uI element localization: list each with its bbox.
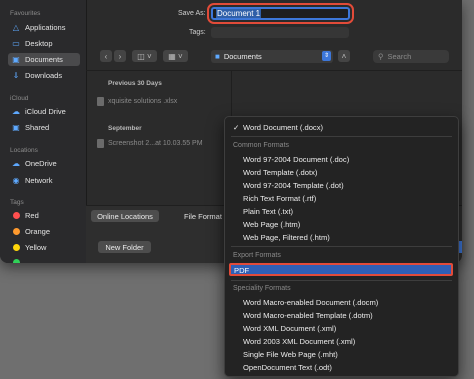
checkmark-icon: ✓ xyxy=(233,123,240,132)
tags-label: Tags: xyxy=(189,29,206,36)
file-item[interactable]: xquisite solutions .xlsx xyxy=(97,97,177,106)
menu-item-dotx[interactable]: Word Template (.dotx) xyxy=(243,168,317,177)
group-button[interactable]: ▦ ˅ xyxy=(163,50,188,62)
menu-item-pdf[interactable]: PDF xyxy=(229,263,453,276)
menu-heading-specialty: Speciality Formats xyxy=(233,285,291,292)
chevron-left-icon: ‹ xyxy=(104,51,108,61)
menu-item-txt[interactable]: Plain Text (.txt) xyxy=(243,207,293,216)
sidebar-heading-locations: Locations xyxy=(10,147,38,154)
forward-button[interactable]: › xyxy=(114,50,126,62)
group-heading: Previous 30 Days xyxy=(108,80,162,87)
group-heading: September xyxy=(108,125,142,132)
menu-heading-common: Common Formats xyxy=(233,142,290,149)
desktop-icon: ▭ xyxy=(12,39,20,48)
sidebar-item-desktop[interactable]: ▭ Desktop xyxy=(8,37,80,50)
menu-item-doc[interactable]: Word 97-2004 Document (.doc) xyxy=(243,155,349,164)
grid-icon: ▦ ˅ xyxy=(168,51,183,61)
sidebar-item-documents[interactable]: ▣ Documents xyxy=(8,53,80,66)
menu-item-htm[interactable]: Web Page (.htm) xyxy=(243,220,300,229)
sidebar-item-tag-red[interactable]: Red xyxy=(8,209,80,222)
tag-color-dot xyxy=(11,227,21,237)
sidebar-item-icloud-drive[interactable]: ☁ iCloud Drive xyxy=(8,105,80,118)
tag-color-dot xyxy=(11,243,21,253)
spreadsheet-file-icon xyxy=(97,97,104,106)
chevron-up-icon: ˄ xyxy=(341,51,347,61)
location-select[interactable]: ■ Documents ⇕ xyxy=(211,50,333,63)
applications-icon: △ xyxy=(12,23,20,32)
sidebar-item-tag-green[interactable] xyxy=(8,256,80,263)
online-locations-button[interactable]: Online Locations xyxy=(91,210,159,222)
sidebar-heading-favourites: Favourites xyxy=(10,10,41,17)
columns-view-icon: ◫ ˅ xyxy=(137,51,152,61)
sidebar-item-tag-yellow[interactable]: Yellow xyxy=(8,241,80,254)
file-item[interactable]: Screenshot 2...at 10.03.55 PM xyxy=(97,139,203,148)
menu-item-odt[interactable]: OpenDocument Text (.odt) xyxy=(243,363,332,372)
sidebar-heading-tags: Tags xyxy=(10,199,24,206)
sidebar-item-network[interactable]: ◉ Network xyxy=(8,174,80,187)
folder-icon: ■ xyxy=(215,52,220,61)
tags-input[interactable] xyxy=(211,27,349,38)
shared-folder-icon: ▣ xyxy=(12,123,20,132)
tag-color-dot xyxy=(11,258,21,263)
sidebar-item-onedrive[interactable]: ☁ OneDrive xyxy=(8,157,80,170)
cloud-icon: ☁ xyxy=(12,159,20,168)
sidebar-item-shared[interactable]: ▣ Shared xyxy=(8,121,80,134)
sidebar-item-tag-orange[interactable]: Orange xyxy=(8,225,80,238)
save-as-label: Save As: xyxy=(178,10,206,17)
search-icon: ⚲ xyxy=(378,52,384,61)
menu-item-xml-2003[interactable]: Word 2003 XML Document (.xml) xyxy=(243,337,355,346)
sidebar: Favourites △ Applications ▭ Desktop ▣ Do… xyxy=(0,0,87,263)
tag-color-dot xyxy=(11,211,21,221)
sidebar-item-downloads[interactable]: ⇓ Downloads xyxy=(8,69,80,82)
menu-separator xyxy=(231,280,452,281)
menu-separator xyxy=(231,136,452,137)
chevron-updown-icon: ⇕ xyxy=(322,51,331,61)
search-field[interactable]: ⚲ Search xyxy=(373,50,449,63)
menu-item-mht[interactable]: Single File Web Page (.mht) xyxy=(243,350,338,359)
back-button[interactable]: ‹ xyxy=(100,50,112,62)
cloud-icon: ☁ xyxy=(12,107,20,116)
menu-item-xml[interactable]: Word XML Document (.xml) xyxy=(243,324,336,333)
save-as-input[interactable]: Document 1 xyxy=(207,3,354,24)
sidebar-item-applications[interactable]: △ Applications xyxy=(8,21,80,34)
sidebar-heading-icloud: iCloud xyxy=(10,95,29,102)
view-mode-button[interactable]: ◫ ˅ xyxy=(132,50,157,62)
file-format-label: File Format xyxy=(184,212,222,221)
menu-separator xyxy=(231,246,452,247)
expand-button[interactable]: ˄ xyxy=(338,50,350,62)
menu-item-docm[interactable]: Word Macro-enabled Document (.docm) xyxy=(243,298,378,307)
file-format-menu: ✓ Word Document (.docx) Common Formats W… xyxy=(224,116,459,377)
menu-item-dotm[interactable]: Word Macro-enabled Template (.dotm) xyxy=(243,311,373,320)
menu-item-rtf[interactable]: Rich Text Format (.rtf) xyxy=(243,194,316,203)
globe-icon: ◉ xyxy=(12,176,20,185)
image-file-icon xyxy=(97,139,104,148)
menu-item-dot[interactable]: Word 97-2004 Template (.dot) xyxy=(243,181,344,190)
new-folder-button[interactable]: New Folder xyxy=(98,241,151,253)
downloads-icon: ⇓ xyxy=(12,71,20,80)
chevron-right-icon: › xyxy=(118,51,122,61)
documents-icon: ▣ xyxy=(12,55,20,64)
menu-item-htm-filtered[interactable]: Web Page, Filtered (.htm) xyxy=(243,233,330,242)
menu-heading-export: Export Formats xyxy=(233,252,281,259)
divider xyxy=(86,70,462,71)
menu-item-docx[interactable]: Word Document (.docx) xyxy=(243,123,323,132)
